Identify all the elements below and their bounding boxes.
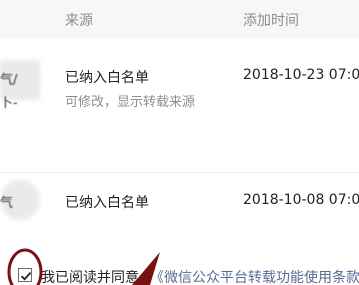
account-name-fragment: 卜- — [0, 96, 18, 111]
terms-link[interactable]: 《微信公众平台转载功能使用条款》 — [150, 267, 359, 285]
row-divider — [0, 172, 359, 173]
table-header: 来源 添加时间 — [0, 0, 359, 38]
account-name-fragment: 气/ — [0, 73, 18, 88]
source-column-header: 来源 — [65, 13, 93, 29]
added-time: 2018-10-08 07:00 — [243, 192, 359, 208]
whitelist-note: 可修改，显示转载来源 — [65, 95, 196, 110]
agreement-row: 我已阅读并同意 《微信公众平台转载功能使用条款》 — [0, 262, 359, 285]
whitelist-status: 已纳入白名单 — [65, 195, 149, 211]
account-name-fragment: 气 — [0, 196, 14, 211]
agree-checkbox[interactable] — [18, 268, 32, 282]
agreement-text: 我已阅读并同意 — [41, 270, 139, 285]
checkmark-icon — [20, 272, 32, 281]
annotation-overlay — [7, 248, 160, 285]
whitelist-status: 已纳入白名单 — [65, 70, 149, 86]
whitelist-page: 来源 添加时间 气/ 卜- 已纳入白名单 可修改，显示转载来源 2018-10-… — [0, 0, 359, 285]
added-time: 2018-10-23 07:00 — [243, 67, 359, 83]
added-time-column-header: 添加时间 — [243, 13, 299, 29]
